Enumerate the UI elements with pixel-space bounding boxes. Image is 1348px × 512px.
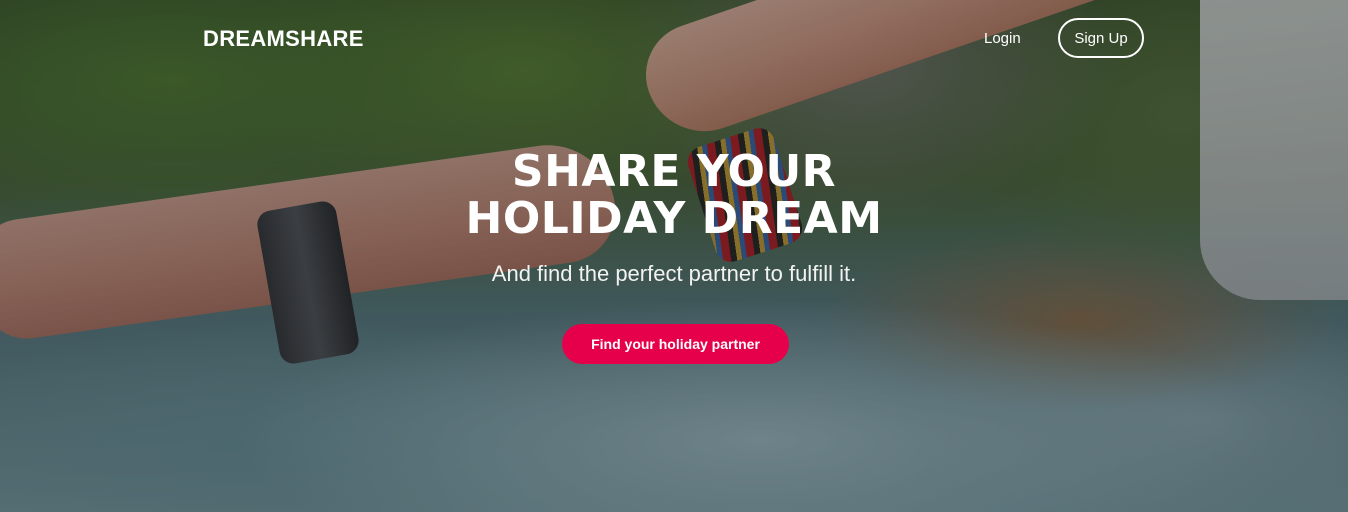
- find-partner-button[interactable]: Find your holiday partner: [562, 324, 789, 364]
- login-link[interactable]: Login: [984, 30, 1021, 47]
- hero-headline: SHARE YOUR HOLIDAY DREAM: [0, 148, 1348, 242]
- brand-logo[interactable]: DREAMSHARE: [203, 26, 364, 52]
- hero-headline-line2: HOLIDAY DREAM: [465, 193, 883, 244]
- top-navigation: DREAMSHARE Login Sign Up: [0, 0, 1348, 80]
- hero-section: DREAMSHARE Login Sign Up SHARE YOUR HOLI…: [0, 0, 1348, 512]
- hero-subtitle: And find the perfect partner to fulfill …: [491, 261, 857, 286]
- hero-headline-line1: SHARE YOUR: [511, 146, 837, 197]
- signup-button[interactable]: Sign Up: [1058, 18, 1144, 58]
